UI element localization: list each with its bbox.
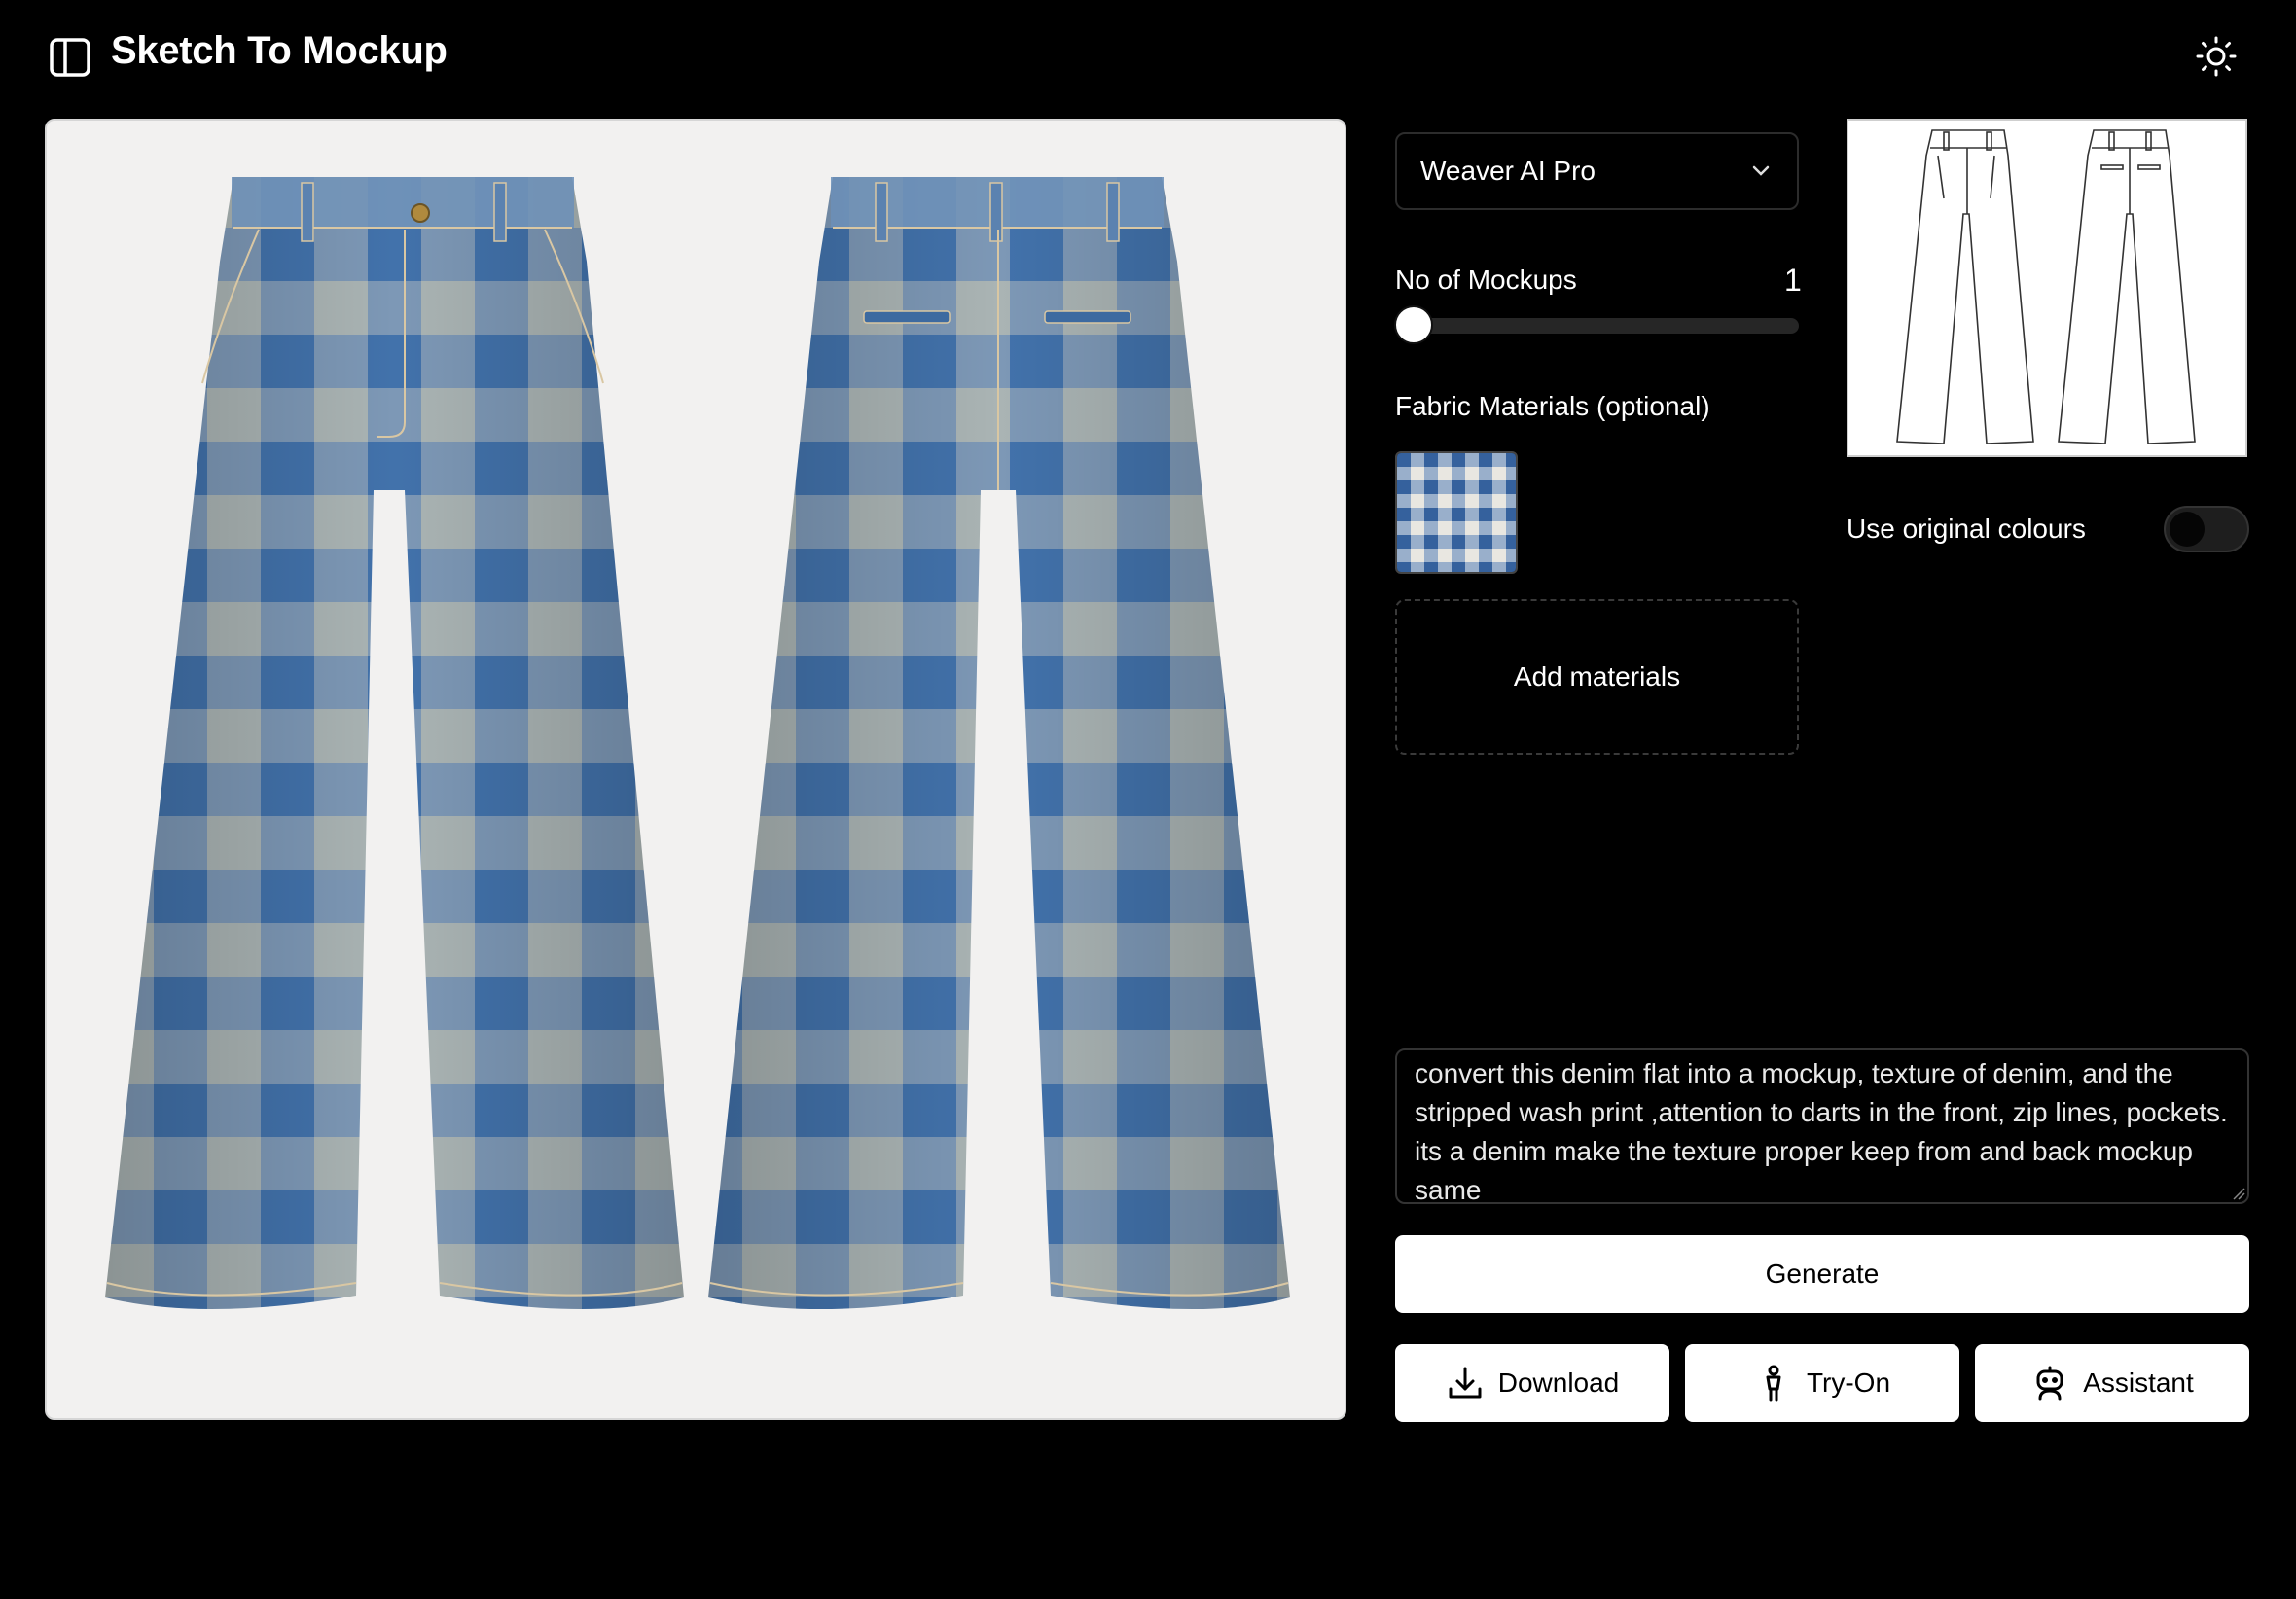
try-on-button[interactable]: Try-On (1685, 1344, 1959, 1422)
sketch-reference-image (1847, 119, 2247, 457)
robot-icon (2036, 1366, 2063, 1401)
assistant-label: Assistant (2083, 1368, 2194, 1398)
fabric-materials-label: Fabric Materials (optional) (1395, 391, 1710, 421)
sun-icon[interactable] (2195, 35, 2238, 78)
person-icon (1766, 1365, 1781, 1402)
app-header: Sketch To Mockup (0, 0, 2296, 112)
chevron-down-icon (1752, 165, 1770, 176)
generate-button[interactable]: Generate (1395, 1235, 2249, 1313)
model-select[interactable]: Weaver AI Pro (1395, 132, 1799, 210)
front-pants-mockup (105, 177, 684, 1310)
add-materials-button[interactable]: Add materials (1395, 599, 1799, 755)
mockups-slider-value: 1 (1784, 263, 1802, 298)
download-label: Download (1497, 1368, 1620, 1398)
mockups-slider-label: No of Mockups (1395, 265, 1577, 295)
original-colours-label: Use original colours (1847, 514, 2086, 544)
resize-grip-icon[interactable] (2232, 1187, 2245, 1200)
original-colours-toggle[interactable] (2164, 506, 2249, 552)
mockup-preview (45, 119, 1346, 1420)
download-icon (1449, 1367, 1482, 1399)
app-title: Sketch To Mockup (111, 29, 448, 72)
try-on-label: Try-On (1806, 1368, 1891, 1398)
sidebar-panel-icon[interactable] (49, 37, 91, 78)
fabric-swatch-gingham[interactable] (1395, 451, 1518, 574)
model-select-value: Weaver AI Pro (1420, 156, 1596, 186)
assistant-button[interactable]: Assistant (1975, 1344, 2249, 1422)
mockups-slider-track[interactable] (1395, 318, 1799, 334)
prompt-textarea[interactable]: convert this denim flat into a mockup, t… (1395, 1048, 2249, 1204)
download-button[interactable]: Download (1395, 1344, 1669, 1422)
back-pants-mockup (708, 177, 1290, 1310)
toggle-knob (2170, 512, 2205, 547)
mockups-slider-thumb[interactable] (1394, 305, 1433, 344)
